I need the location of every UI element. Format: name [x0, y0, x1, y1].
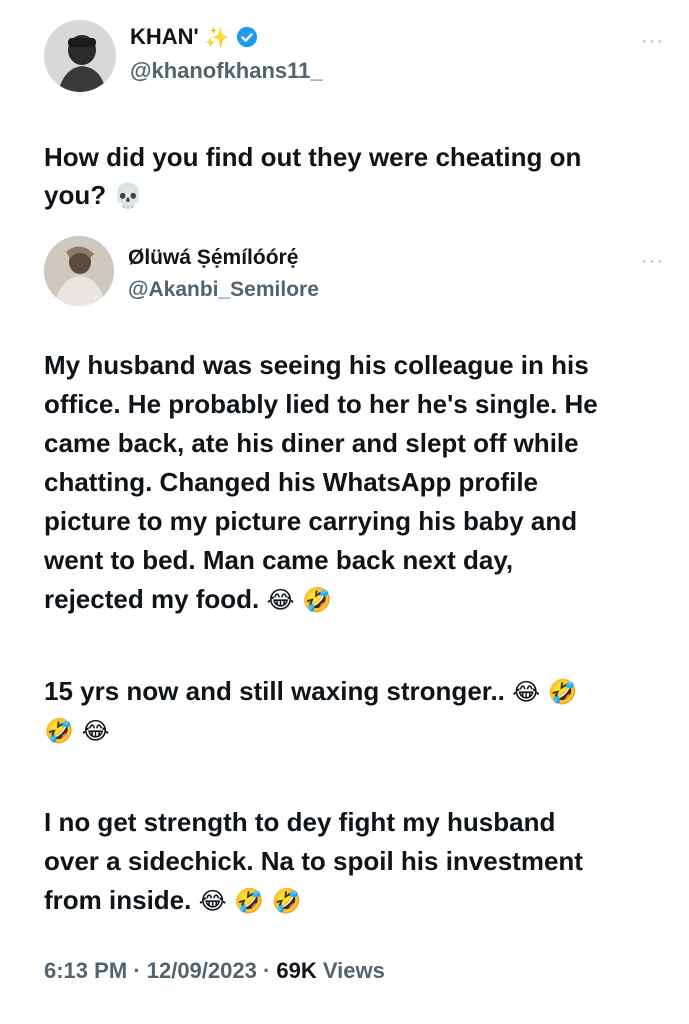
quoted-tweet-body: My husband was seeing his colleague in h…	[44, 346, 654, 973]
line: went to bed. Man came back next day,	[44, 545, 514, 575]
paragraph: 15 yrs now and still waxing stronger.. 😂…	[44, 672, 654, 751]
avatar[interactable]	[44, 20, 116, 92]
line: came back, ate his diner and slept off w…	[44, 428, 579, 458]
verified-badge-icon	[236, 26, 257, 48]
laughing-emoji: 😂 🤣	[266, 586, 333, 614]
laughing-emoji: 🤣 😂	[44, 717, 110, 745]
user-handle[interactable]: @khanofkhans11_	[130, 58, 323, 84]
line: chatting. Changed his WhatsApp profile	[44, 467, 538, 497]
views-count: 69K	[276, 958, 317, 983]
tweet-text-line: you?	[44, 180, 107, 210]
tweet-text: How did you find out they were cheating …	[44, 138, 644, 215]
line: office. He probably lied to her he's sin…	[44, 389, 598, 419]
tweet-header: KHAN' ✨ @khanofkhans11_ ···	[44, 20, 664, 100]
line: rejected my food.	[44, 584, 260, 614]
timestamp-date[interactable]: 12/09/2023	[147, 958, 257, 983]
laughing-emoji: 😂 🤣	[512, 678, 578, 706]
separator: ·	[133, 958, 141, 983]
tweet-meta: 6:13 PM · 12/09/2023 · 69K Views	[44, 958, 385, 984]
display-name[interactable]: KHAN'	[130, 24, 199, 50]
tweet: KHAN' ✨ @khanofkhans11_ ··· How did you …	[0, 0, 689, 1024]
line: My husband was seeing his colleague in h…	[44, 350, 589, 380]
quoted-avatar[interactable]	[44, 236, 114, 306]
more-options-icon[interactable]: ···	[641, 250, 664, 273]
quoted-user-handle[interactable]: @Akanbi_Semilore	[128, 278, 319, 302]
line: from inside.	[44, 885, 192, 915]
line: I no get strength to dey fight my husban…	[44, 807, 556, 837]
skull-emoji: 💀	[113, 182, 144, 210]
tweet-text-line: How did you find out they were cheating …	[44, 142, 582, 172]
sparkle-emoji: ✨	[204, 26, 230, 49]
timestamp-time[interactable]: 6:13 PM	[44, 958, 127, 983]
paragraph: My husband was seeing his colleague in h…	[44, 346, 654, 620]
line: over a sidechick. Na to spoil his invest…	[44, 846, 583, 876]
separator: ·	[262, 958, 271, 983]
laughing-emoji: 😂 🤣 🤣	[198, 887, 302, 915]
quoted-display-name[interactable]: Ølüwá Ṣẹ́mílóórẹ́	[128, 246, 298, 270]
more-options-icon[interactable]: ···	[641, 30, 664, 53]
paragraph: I no get strength to dey fight my husban…	[44, 803, 654, 921]
views-label: Views	[322, 958, 385, 983]
line: 15 yrs now and still waxing stronger..	[44, 676, 505, 706]
line: picture to my picture carrying his baby …	[44, 506, 578, 536]
